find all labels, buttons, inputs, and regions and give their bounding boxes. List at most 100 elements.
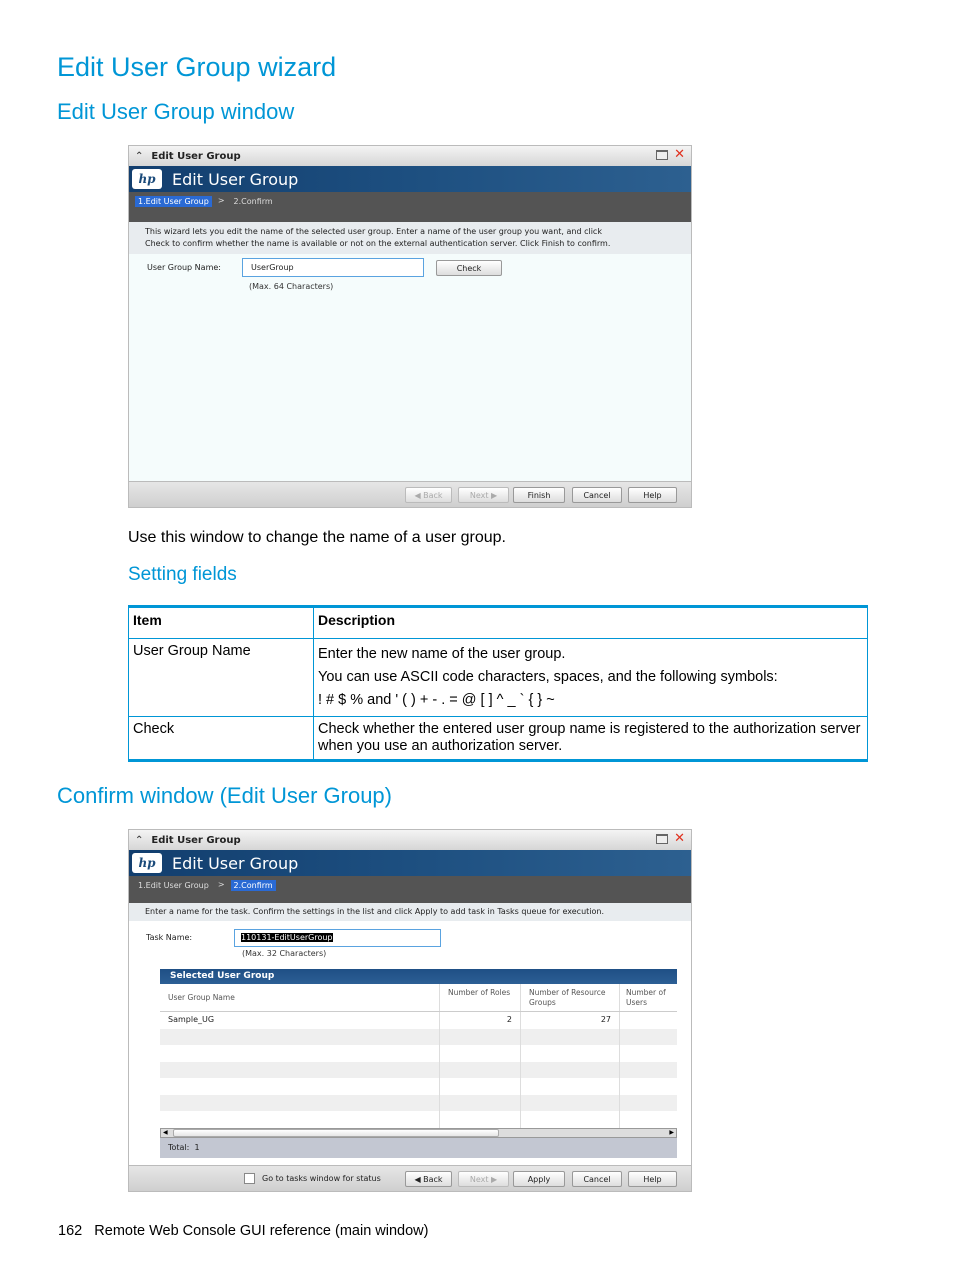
step-confirm: 2.Confirm [233,197,273,206]
go-to-tasks-checkbox[interactable] [244,1173,255,1184]
col-number-of-users[interactable]: Number of Users [620,984,677,1011]
cancel-button[interactable]: Cancel [572,487,622,503]
wizard-steps: 1.Edit User Group > 2.Confirm [129,876,691,903]
table-header-row: Item Description [128,606,868,639]
scroll-right-icon[interactable]: ▶ [669,1129,674,1136]
table-row: User Group Name Enter the new name of th… [128,638,868,717]
section-heading-confirm: Confirm window (Edit User Group) [57,783,392,808]
desc-line: You can use ASCII code characters, space… [318,669,778,685]
step-separator: > [217,196,225,205]
empty-row [160,1111,677,1128]
setting-fields-heading: Setting fields [128,564,237,585]
grid-header: User Group Name Number of Roles Number o… [160,984,677,1012]
table-row: Check Check whether the entered user gro… [128,716,868,761]
task-name-input[interactable]: 110131-EditUserGroup [234,929,441,947]
wizard-footer: Go to tasks window for status ◀ Back Nex… [129,1165,691,1191]
wizard-banner: hp Edit User Group [129,850,691,876]
hp-logo-icon: hp [132,853,162,873]
window-description: Use this window to change the name of a … [128,529,506,546]
next-button[interactable]: Next ▶ [458,487,509,503]
desc-line: Enter the new name of the user group. [318,646,566,662]
task-name-label: Task Name: [146,933,193,942]
user-group-name-label: User Group Name: [147,263,221,272]
finish-button[interactable]: Finish [513,487,565,503]
table-row[interactable]: Sample_UG 2 27 [160,1012,677,1029]
wizard-instructions: This wizard lets you edit the name of th… [129,222,691,254]
cell-name: Sample_UG [160,1012,440,1029]
confirm-window: ⌃ Edit User Group ✕ hp Edit User Group 1… [128,829,692,1192]
instructions-line-2: Check to confirm whether the name is ava… [145,239,611,248]
footer-text: Remote Web Console GUI reference (main w… [94,1223,429,1239]
row-description: Enter the new name of the user group. Yo… [313,638,868,717]
apply-button[interactable]: Apply [513,1171,565,1187]
cell-users [620,1012,677,1029]
banner-title: Edit User Group [172,853,299,873]
wizard-steps: 1.Edit User Group > 2.Confirm [129,192,691,222]
step-edit-user-group: 1.Edit User Group [135,196,212,207]
collapse-icon[interactable]: ⌃ [135,151,143,162]
horizontal-scrollbar[interactable]: ◀ ▶ [160,1127,677,1138]
maximize-icon[interactable] [656,150,669,160]
collapse-icon[interactable]: ⌃ [135,835,143,846]
col-number-of-resource-groups[interactable]: Number of Resource Groups [521,984,620,1011]
col-user-group-name[interactable]: User Group Name [160,984,440,1011]
row-description: Check whether the entered user group nam… [313,716,868,761]
panel-title: Selected User Group [160,969,677,984]
scrollbar-thumb[interactable] [173,1128,499,1137]
hp-logo-icon: hp [132,169,162,189]
empty-row [160,1094,677,1111]
empty-row [160,1061,677,1078]
section-heading-window: Edit User Group window [57,99,295,124]
banner-title: Edit User Group [172,169,299,189]
grid-body: Sample_UG 2 27 [160,1012,677,1128]
col-number-of-roles[interactable]: Number of Roles [440,984,521,1011]
user-group-name-hint: (Max. 64 Characters) [249,282,334,291]
page-number: 162 [58,1223,83,1239]
cell-roles: 2 [440,1012,521,1029]
window-title: Edit User Group [151,834,241,846]
row-item: Check [128,716,314,761]
back-button[interactable]: ◀ Back [405,487,452,503]
step-confirm: 2.Confirm [230,880,276,891]
help-button[interactable]: Help [628,487,677,503]
setting-fields-table: Item Description User Group Name Enter t… [128,605,868,762]
instructions-line-1: This wizard lets you edit the name of th… [145,227,602,236]
selected-user-group-panel: Selected User Group User Group Name Numb… [160,969,677,1158]
header-item: Item [128,606,314,639]
help-button[interactable]: Help [628,1171,677,1187]
empty-row [160,1078,677,1095]
desc-line: ! # $ % and ' ( ) + - . = @ [ ] ^ _ ` { … [318,692,555,708]
back-arrow-icon: ◀ [414,490,424,500]
row-item: User Group Name [128,638,314,717]
scroll-left-icon[interactable]: ◀ [163,1129,168,1136]
task-name-hint: (Max. 32 Characters) [242,949,327,958]
user-group-name-input[interactable]: UserGroup [242,258,424,277]
header-description: Description [313,606,868,639]
back-arrow-icon: ◀ [414,1174,424,1184]
wizard-footer: ◀ Back Next ▶ Finish Cancel Help [129,481,691,507]
next-button[interactable]: Next ▶ [458,1171,509,1187]
task-name-value: 110131-EditUserGroup [241,933,333,942]
wizard-banner: hp Edit User Group [129,166,691,192]
total-value: 1 [194,1142,200,1152]
next-arrow-icon: ▶ [488,1174,498,1184]
next-arrow-icon: ▶ [488,490,498,500]
page-footer: 162 Remote Web Console GUI reference (ma… [58,1223,428,1239]
close-icon[interactable]: ✕ [674,832,685,845]
cancel-button[interactable]: Cancel [572,1171,622,1187]
maximize-icon[interactable] [656,834,669,844]
close-icon[interactable]: ✕ [674,148,685,161]
window-titlebar: ⌃ Edit User Group ✕ [129,830,691,850]
edit-user-group-window: ⌃ Edit User Group ✕ hp Edit User Group 1… [128,145,692,508]
window-title: Edit User Group [151,150,241,162]
step-separator: > [217,880,225,889]
empty-row [160,1028,677,1045]
back-button[interactable]: ◀ Back [405,1171,452,1187]
page-title: Edit User Group wizard [57,52,337,82]
window-titlebar: ⌃ Edit User Group ✕ [129,146,691,166]
check-button[interactable]: Check [436,260,502,276]
wizard-instructions: Enter a name for the task. Confirm the s… [129,903,691,921]
desc-line: Check whether the entered user group nam… [318,721,861,754]
cell-resource-groups: 27 [521,1012,620,1029]
empty-row [160,1045,677,1062]
